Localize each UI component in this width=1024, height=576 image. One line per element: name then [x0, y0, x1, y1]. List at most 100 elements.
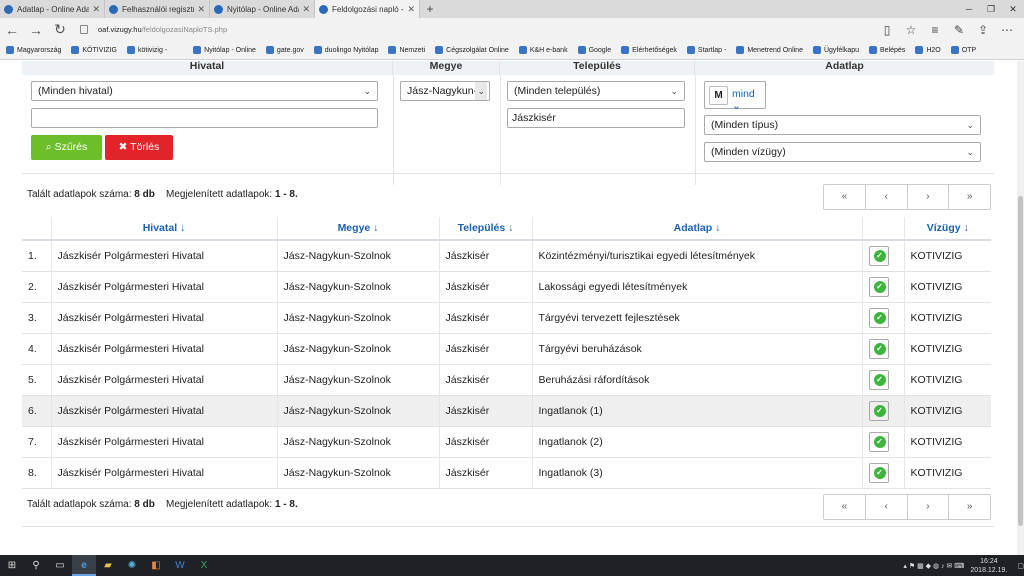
check-ok-icon[interactable]	[868, 245, 889, 266]
app-icon[interactable]: ◧	[144, 555, 168, 576]
column-header-hivatal[interactable]: Hivatal ↓	[51, 217, 278, 241]
tab-nyitolap[interactable]: Nyitólap - Online Adatfeldo✕	[210, 0, 315, 18]
close-tab-icon[interactable]: ✕	[92, 4, 100, 15]
notifications-icon[interactable]: ▢	[1017, 562, 1024, 570]
bookmark-icon	[193, 46, 202, 54]
excel-icon[interactable]: X	[192, 555, 216, 576]
refresh-icon[interactable]: ↻	[48, 21, 72, 38]
last-page-button[interactable]: »	[949, 495, 990, 519]
table-row[interactable]: 5. Jászkisér Polgármesteri Hivatal Jász-…	[22, 364, 991, 396]
close-tab-icon[interactable]: ✕	[302, 4, 310, 15]
table-row[interactable]: 8. Jászkisér Polgármesteri Hivatal Jász-…	[22, 457, 991, 489]
notes-icon[interactable]: ✎	[948, 23, 970, 37]
bookmark-item[interactable]: Nemzeti	[388, 46, 425, 54]
first-page-button[interactable]: «	[824, 185, 866, 209]
table-row[interactable]: 6. Jászkisér Polgármesteri Hivatal Jász-…	[22, 395, 991, 427]
favorite-star-icon[interactable]: ☆	[900, 23, 922, 37]
check-ok-icon[interactable]	[868, 369, 889, 390]
tray-icons[interactable]: ▴ ⚑ ▦ ◆ ◍ ♪ ✉ ⌨	[903, 562, 964, 570]
url-field[interactable]: oaf.vizugy.hu/feldolgozasiNaploTS.php	[80, 25, 876, 34]
cell-status	[862, 240, 905, 272]
restore-icon[interactable]: ❐	[980, 0, 1002, 18]
check-ok-icon[interactable]	[868, 276, 889, 297]
clear-button[interactable]: ✖ Törlés	[105, 135, 173, 160]
tipus-select[interactable]: (Minden típus) ⌄	[704, 115, 981, 135]
bookmark-item[interactable]: Nyitólap - Online	[193, 46, 256, 54]
bookmark-icon	[869, 46, 878, 54]
clock[interactable]: 16:24 2018.12.19.	[970, 557, 1007, 575]
prev-page-button[interactable]: ‹	[866, 495, 908, 519]
column-header-telepules[interactable]: Település ↓	[439, 217, 533, 241]
start-icon[interactable]: ⊞	[0, 555, 24, 576]
file-explorer-icon[interactable]: ▰	[96, 555, 120, 576]
hivatal-select[interactable]: (Minden hivatal) ⌄	[31, 81, 378, 101]
megye-select[interactable]: Jász-Nagykun-S ⌄	[400, 81, 490, 101]
row-index: 1.	[22, 240, 52, 272]
bookmark-item[interactable]: Cégszolgálat Online	[435, 46, 509, 54]
hivatal-text-input[interactable]	[31, 108, 378, 128]
first-page-button[interactable]: «	[824, 495, 866, 519]
bookmark-item[interactable]: kötivizig -	[126, 46, 167, 54]
table-row[interactable]: 4. Jászkisér Polgármesteri Hivatal Jász-…	[22, 333, 991, 365]
page-info-icon[interactable]	[80, 25, 88, 34]
search-icon[interactable]: ⚲	[24, 555, 48, 576]
bookmark-item[interactable]: duolingo Nyitólap	[313, 46, 378, 54]
edge-browser-icon[interactable]: e	[72, 555, 96, 576]
scrollbar-thumb[interactable]	[1018, 196, 1023, 526]
bookmark-item[interactable]: H2O	[915, 46, 941, 54]
check-ok-icon[interactable]	[868, 338, 889, 359]
bookmark-item[interactable]: Magyarország	[6, 46, 61, 54]
check-ok-icon[interactable]	[868, 431, 889, 452]
check-ok-icon[interactable]	[868, 307, 889, 328]
vizugy-select[interactable]: (Minden vízügy) ⌄	[704, 142, 981, 162]
cell-hivatal: Jászkisér Polgármesteri Hivatal	[51, 302, 278, 334]
reading-view-icon[interactable]: ▯	[876, 23, 898, 37]
share-icon[interactable]: ⇪	[972, 23, 994, 37]
app-icon[interactable]: ✺	[120, 555, 144, 576]
close-tab-icon[interactable]: ✕	[197, 4, 205, 15]
tab-felhasznaloi[interactable]: Felhasználói regisztrációs o✕	[105, 0, 210, 18]
check-ok-icon[interactable]	[868, 400, 889, 421]
table-row[interactable]: 1. Jászkisér Polgármesteri Hivatal Jász-…	[22, 240, 991, 272]
table-row[interactable]: 3. Jászkisér Polgármesteri Hivatal Jász-…	[22, 302, 991, 334]
column-header-adatlap[interactable]: Adatlap ↓	[532, 217, 863, 241]
bookmark-item[interactable]: Elérhetőségek	[621, 46, 677, 54]
minimize-icon[interactable]: ─	[958, 0, 980, 18]
bookmark-item[interactable]: Menetrend Online	[736, 46, 803, 54]
word-icon[interactable]: W	[168, 555, 192, 576]
check-ok-icon[interactable]	[868, 462, 889, 483]
bookmark-item[interactable]: KÖTIVIZIG	[71, 46, 117, 54]
column-header-megye[interactable]: Megye ↓	[277, 217, 440, 241]
prev-page-button[interactable]: ‹	[866, 185, 908, 209]
tab-adatlap[interactable]: Adatlap - Online Adatfeldol✕	[0, 0, 105, 18]
sort-arrow-icon: ↓	[963, 222, 969, 234]
bookmark-item[interactable]: Ügyfélkapu	[812, 46, 859, 54]
more-icon[interactable]: ⋯	[996, 23, 1018, 37]
table-row[interactable]: 7. Jászkisér Polgármesteri Hivatal Jász-…	[22, 426, 991, 458]
new-tab-icon[interactable]: +	[420, 0, 440, 18]
bookmark-item[interactable]: gate.gov	[265, 46, 304, 54]
next-page-button[interactable]: ›	[908, 185, 950, 209]
telepules-select[interactable]: (Minden település) ⌄	[507, 81, 685, 101]
next-page-button[interactable]: ›	[908, 495, 950, 519]
bookmark-item[interactable]: Google	[577, 46, 611, 54]
bookmark-item[interactable]: Belépés	[869, 46, 905, 54]
pagination-bottom: « ‹ › »	[823, 494, 991, 520]
page-scrollbar[interactable]	[1017, 61, 1024, 555]
column-header-vizugy[interactable]: Vízügy ↓	[904, 217, 991, 241]
last-page-button[interactable]: »	[949, 185, 990, 209]
tab-feldolgozasi-naplo[interactable]: Feldolgozási napló - Onl✕	[315, 0, 420, 18]
close-tab-icon[interactable]: ✕	[407, 4, 415, 15]
close-window-icon[interactable]: ✕	[1002, 0, 1024, 18]
bookmark-item[interactable]: Startlap -	[686, 46, 726, 54]
task-view-icon[interactable]: ▭	[48, 555, 72, 576]
bookmark-item[interactable]: OTP	[950, 46, 976, 54]
table-row[interactable]: 2. Jászkisér Polgármesteri Hivatal Jász-…	[22, 271, 991, 303]
filter-button[interactable]: ⌕ Szűrés	[31, 135, 102, 160]
back-icon[interactable]: ←	[0, 22, 24, 38]
bookmark-item[interactable]: K&H e-bank	[518, 46, 568, 54]
telepules-text-input[interactable]: Jászkisér	[507, 108, 685, 128]
form-type-dropdown[interactable]: M mind ⌄	[704, 81, 766, 112]
hub-icon[interactable]: ≡	[924, 23, 946, 37]
forward-icon[interactable]: →	[24, 22, 48, 38]
